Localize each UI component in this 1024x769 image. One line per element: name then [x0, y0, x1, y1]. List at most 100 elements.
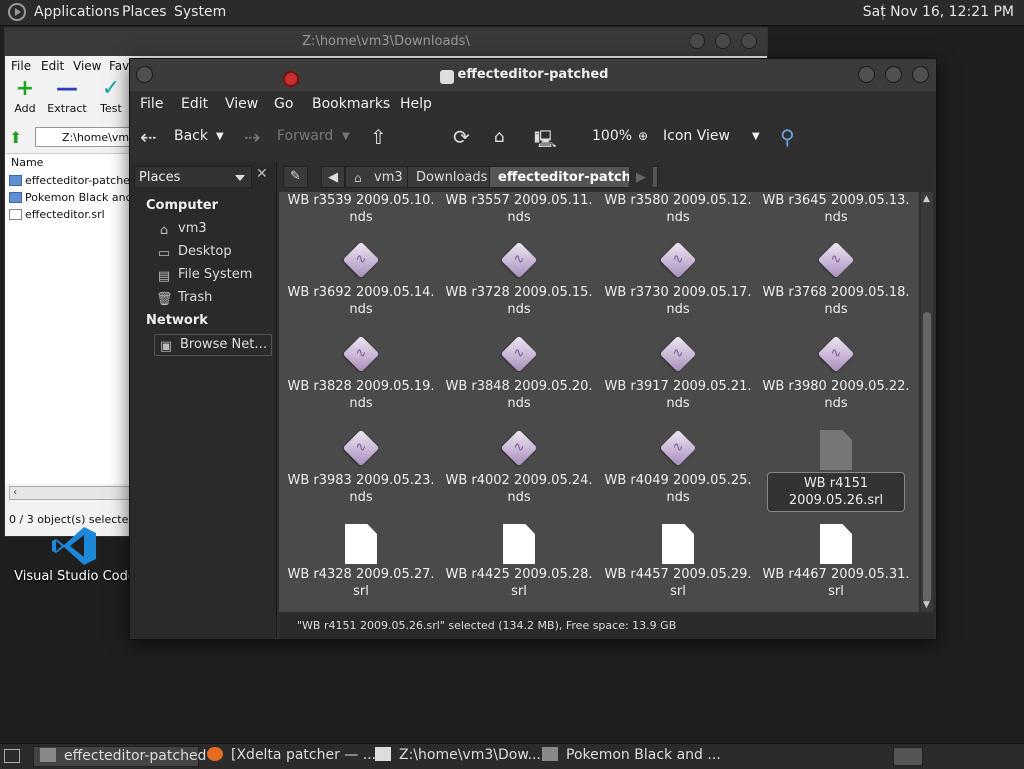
file-item-selected[interactable]: WB r4151 2009.05.26.srl: [761, 430, 911, 512]
archive-address-bar: ⬆ Z:\home\vm3: [5, 127, 135, 149]
file-item[interactable]: ∿ WB r3983 2009.05.23. nds: [286, 429, 436, 506]
list-item[interactable]: Pokemon Black and W: [9, 191, 147, 204]
view-mode-select[interactable]: Icon View: [663, 128, 730, 144]
view-mode-chevron-down-icon[interactable]: ▼: [752, 131, 760, 142]
file-item[interactable]: WB r4467 2009.05.31. srl: [761, 524, 911, 600]
archive-extract-button[interactable]: — Extract: [47, 76, 87, 115]
up-arrow-icon[interactable]: ⇧: [370, 125, 387, 149]
side-item-file-system[interactable]: ▤ File System: [156, 267, 253, 283]
archive-menu-favorites[interactable]: Fav: [109, 59, 129, 73]
home-icon[interactable]: ⌂: [494, 127, 505, 147]
archive-file-list[interactable]: Name effecteditor-patched Pokemon Black …: [5, 153, 147, 484]
task-file-manager[interactable]: effecteditor-patched: [33, 746, 206, 767]
workspace-switcher[interactable]: [893, 747, 923, 766]
file-item[interactable]: WB r3645 2009.05.13. nds: [761, 192, 911, 226]
archive-extract-label: Extract: [47, 102, 87, 115]
file-item[interactable]: ∿ WB r4002 2009.05.24. nds: [444, 429, 594, 506]
show-desktop-icon[interactable]: [4, 749, 20, 763]
icon-view[interactable]: WB r3539 2009.05.10. nds WB r3557 2009.05…: [279, 192, 919, 612]
file-item[interactable]: ∿ WB r3768 2009.05.18. nds: [761, 241, 911, 318]
distro-logo-icon[interactable]: [8, 3, 26, 21]
file-item[interactable]: WB r3580 2009.05.12. nds: [603, 192, 753, 226]
archive-menu-file[interactable]: File: [11, 59, 31, 73]
computer-icon[interactable]: 🖳: [534, 127, 557, 156]
forward-history-chevron-down-icon[interactable]: ▼: [342, 131, 350, 142]
menu-bookmarks[interactable]: Bookmarks: [312, 96, 390, 112]
file-item[interactable]: WB r3557 2009.05.11. nds: [444, 192, 594, 226]
stop-icon[interactable]: [283, 71, 299, 87]
task-archive-manager[interactable]: Z:\home\vm3\Dow...: [373, 746, 541, 767]
menu-edit[interactable]: Edit: [181, 96, 208, 112]
file-item[interactable]: ∿ WB r3980 2009.05.22. nds: [761, 335, 911, 412]
file-item[interactable]: ∿ WB r4049 2009.05.25. nds: [603, 429, 753, 506]
file-item[interactable]: ∿ WB r3730 2009.05.17. nds: [603, 241, 753, 318]
file-icon: [820, 524, 852, 564]
archive-horizontal-scrollbar[interactable]: ‹: [9, 486, 133, 500]
vertical-scrollbar[interactable]: ▲ ▼: [921, 192, 933, 612]
column-header-name[interactable]: Name: [11, 156, 43, 169]
zoom-level[interactable]: 100%: [592, 128, 632, 144]
menu-help[interactable]: Help: [400, 96, 432, 112]
archive-window-titlebar[interactable]: Z:\home\vm3\Downloads\: [5, 28, 767, 56]
path-segment-downloads[interactable]: Downloads: [407, 166, 497, 188]
menu-file[interactable]: File: [140, 96, 163, 112]
archive-address-input[interactable]: Z:\home\vm3: [35, 127, 135, 147]
search-icon[interactable]: ⚲: [780, 125, 795, 149]
task-firefox[interactable]: [Xdelta patcher — ...: [205, 746, 376, 767]
menu-view[interactable]: View: [225, 96, 258, 112]
side-item-desktop[interactable]: ▭ Desktop: [156, 244, 232, 260]
archive-close-button[interactable]: [741, 33, 757, 49]
side-item-vm3[interactable]: ⌂ vm3: [156, 221, 207, 237]
archive-add-label: Add: [14, 102, 36, 115]
menu-places[interactable]: Places: [122, 4, 167, 20]
minimize-button[interactable]: [858, 66, 875, 83]
archive-maximize-button[interactable]: [715, 33, 731, 49]
maximize-button[interactable]: [885, 66, 902, 83]
vscode-icon[interactable]: [50, 525, 98, 567]
file-item[interactable]: ∿ WB r3692 2009.05.14. nds: [286, 241, 436, 318]
menu-applications[interactable]: Applications: [34, 4, 120, 20]
archive-minimize-button[interactable]: [689, 33, 705, 49]
archive-menu-view[interactable]: View: [73, 59, 101, 73]
path-left-chevron-icon[interactable]: ◀: [321, 166, 345, 188]
back-button[interactable]: Back: [174, 128, 208, 144]
file-item[interactable]: ∿ WB r3728 2009.05.15. nds: [444, 241, 594, 318]
back-arrow-icon[interactable]: ⇠: [140, 125, 157, 149]
close-button[interactable]: [912, 66, 929, 83]
zoom-in-icon[interactable]: ⊕: [638, 129, 648, 143]
scrollbar-thumb[interactable]: [923, 312, 931, 602]
side-item-trash[interactable]: 🗑 Trash: [156, 290, 212, 306]
vscode-desktop-label[interactable]: Visual Studio Code: [10, 569, 140, 584]
home-folder-icon: ⌂: [354, 171, 362, 185]
back-history-chevron-down-icon[interactable]: ▼: [216, 131, 224, 142]
file-manager-titlebar[interactable]: effecteditor-patched: [130, 59, 936, 91]
menu-go[interactable]: Go: [274, 96, 293, 112]
places-selector[interactable]: Places: [134, 166, 252, 188]
clock[interactable]: Sat Nov 16, 12:21 PM: [863, 4, 1014, 20]
list-item[interactable]: effecteditor-patched: [9, 174, 137, 187]
path-right-chevron-icon[interactable]: ▶: [629, 166, 653, 188]
forward-button[interactable]: Forward: [277, 128, 333, 144]
reload-icon[interactable]: ⟳: [453, 125, 470, 149]
forward-arrow-icon[interactable]: ⇢: [244, 125, 261, 149]
edit-location-icon[interactable]: ✎: [283, 166, 308, 188]
zoom-out-icon[interactable]: [440, 70, 454, 84]
file-item[interactable]: WB r4425 2009.05.28. srl: [444, 524, 594, 600]
task-pokemon-folder[interactable]: Pokemon Black and ...: [540, 746, 721, 767]
side-item-browse-network[interactable]: ▣Browse Network: [154, 334, 272, 356]
file-item[interactable]: WB r4457 2009.05.29. srl: [603, 524, 753, 600]
archive-menu-edit[interactable]: Edit: [41, 59, 64, 73]
list-item[interactable]: effecteditor.srl: [9, 208, 105, 221]
up-arrow-icon[interactable]: ⬆: [9, 128, 22, 147]
archive-add-button[interactable]: + Add: [5, 76, 45, 115]
file-item[interactable]: WB r4328 2009.05.27. srl: [286, 524, 436, 600]
file-item[interactable]: ∿ WB r3828 2009.05.19. nds: [286, 335, 436, 412]
close-icon[interactable]: ✕: [256, 166, 268, 182]
menu-system[interactable]: System: [174, 4, 226, 20]
file-item[interactable]: WB r3539 2009.05.10. nds: [286, 192, 436, 226]
scroll-down-arrow-icon[interactable]: ▼: [923, 600, 930, 610]
file-item[interactable]: ∿ WB r3848 2009.05.20. nds: [444, 335, 594, 412]
archive-test-button[interactable]: ✓ Test: [91, 76, 131, 115]
scroll-up-arrow-icon[interactable]: ▲: [923, 194, 930, 204]
file-item[interactable]: ∿ WB r3917 2009.05.21. nds: [603, 335, 753, 412]
